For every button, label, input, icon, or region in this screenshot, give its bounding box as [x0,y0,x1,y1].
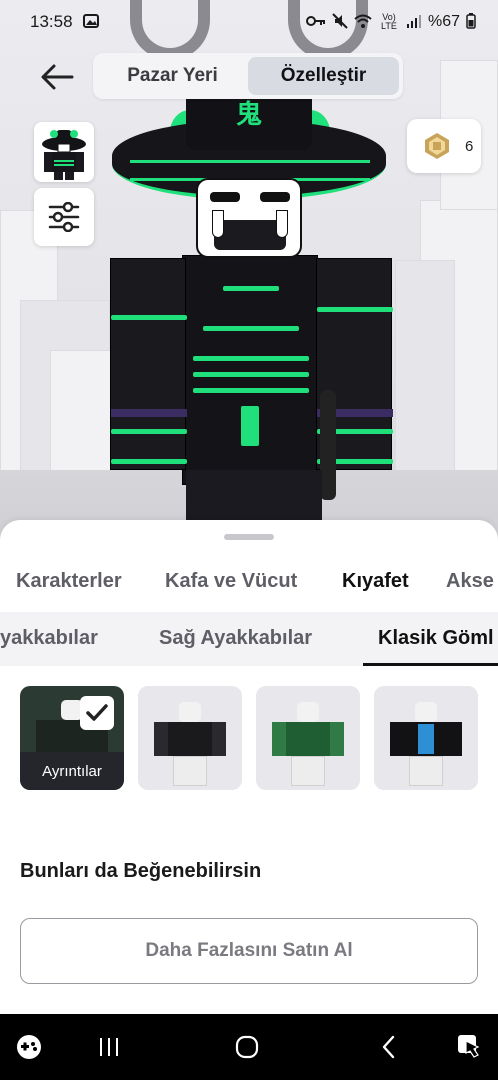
sheet-drag-handle[interactable] [224,534,274,540]
signal-icon [406,14,422,31]
recent-apps-button[interactable] [94,1032,124,1062]
network-label: Vo) LTE [381,12,397,31]
recommendations-title: Bunları da Beğenebilirsin [20,860,262,882]
item-card[interactable] [256,686,360,790]
gamepad-icon [17,1035,41,1059]
armor-emblem [241,406,259,446]
item-card-selected[interactable]: Ayrıntılar [20,686,124,790]
recents-icon [100,1038,118,1056]
mute-icon [332,12,348,32]
item-figure-arm [330,722,344,756]
armor-stripe [223,286,279,291]
category-tabs: Karakterler Kafa ve Vücut Kıyafet Akse [0,564,498,602]
armor-stripe [203,326,299,331]
item-figure-legs [291,756,325,786]
armor-stripe [193,356,309,361]
armor-stripe [193,388,309,393]
robux-icon [425,133,449,159]
system-nav-bar [0,1014,498,1080]
chevron-left-icon [382,1035,395,1059]
armor-stripe [111,315,187,320]
touch-icon [458,1035,480,1058]
robux-balance[interactable]: 6 [407,119,481,173]
back-nav-button[interactable] [374,1032,404,1062]
tab-classic-shirts[interactable]: Klasik Göml [378,627,494,650]
armor-stripe [111,429,187,434]
hat-emblem: 鬼 [235,99,262,129]
mask-fang [212,210,224,238]
item-figure-head [415,702,437,722]
adjust-settings-button[interactable] [34,188,94,246]
home-button[interactable] [232,1032,262,1062]
status-bar: 13:58 Vo) LTE %67 [0,0,498,44]
accessibility-button[interactable] [454,1032,484,1062]
item-figure-head [297,702,319,722]
checkmark-icon [86,704,108,721]
image-icon [82,13,99,31]
item-figure-legs [409,756,443,786]
key-icon [305,14,326,30]
armor-stripe [317,307,393,312]
avatar-thumbnail-icon [34,122,94,182]
tab-head-body[interactable]: Kafa ve Vücut [165,570,297,593]
armor-stripe [111,409,187,417]
armor-stripe [111,459,187,464]
item-figure-shirt [168,722,212,756]
sword [320,390,336,500]
home-icon [235,1035,259,1059]
marketplace-customize-toggle[interactable]: Pazar Yeri Özelleştir [93,53,403,99]
sliders-icon [48,202,80,232]
avatar-thumbnail-button[interactable] [34,122,94,182]
item-card[interactable] [374,686,478,790]
details-button[interactable]: Ayrıntılar [20,752,124,790]
armor-stripe [193,372,309,377]
item-grid: Ayrıntılar [20,686,480,792]
item-figure-legs [173,756,207,786]
arrow-left-icon [41,64,74,90]
item-figure-arm [212,722,226,756]
tab-accessories[interactable]: Akse [446,570,494,593]
battery-percent: %67 [427,13,460,30]
back-button[interactable] [38,60,78,94]
item-figure-arm [390,722,404,756]
tab-marketplace[interactable]: Pazar Yeri [97,57,248,95]
battery-icon [466,12,476,32]
selected-check [80,696,114,730]
item-figure-arm [272,722,286,756]
avatar-left-arm [110,258,187,470]
subcategory-tabs: yakkabılar Sağ Ayakkabılar Klasik Göml [0,612,498,666]
customize-bottom-sheet: Karakterler Kafa ve Vücut Kıyafet Akse y… [0,520,498,1014]
item-figure-head [179,702,201,722]
tab-left-shoes[interactable]: yakkabılar [0,627,98,650]
game-launcher-button[interactable] [14,1032,44,1062]
buy-more-button[interactable]: Daha Fazlasını Satın Al [20,918,478,984]
item-figure-shirt [286,722,330,756]
tab-clothing[interactable]: Kıyafet [342,570,409,593]
oni-mask [196,178,302,258]
item-figure-arm [154,722,168,756]
tab-characters[interactable]: Karakterler [16,570,122,593]
hat-stripe [130,160,370,163]
wifi-icon [354,14,372,31]
item-card[interactable] [138,686,242,790]
avatar-torso [182,255,318,485]
mask-eye [210,192,240,202]
item-figure-arm [448,722,462,756]
item-figure-arm [36,720,50,754]
item-figure-tie [418,724,434,754]
mask-eye [260,192,290,202]
tab-right-shoes[interactable]: Sağ Ayakkabılar [159,627,312,650]
status-icons: Vo) LTE %67 [305,12,476,32]
active-tab-underline [363,663,498,666]
tab-customize[interactable]: Özelleştir [248,57,399,95]
status-time: 13:58 [30,12,73,31]
robux-amount: 6 [465,137,474,155]
mask-fang [276,210,288,238]
